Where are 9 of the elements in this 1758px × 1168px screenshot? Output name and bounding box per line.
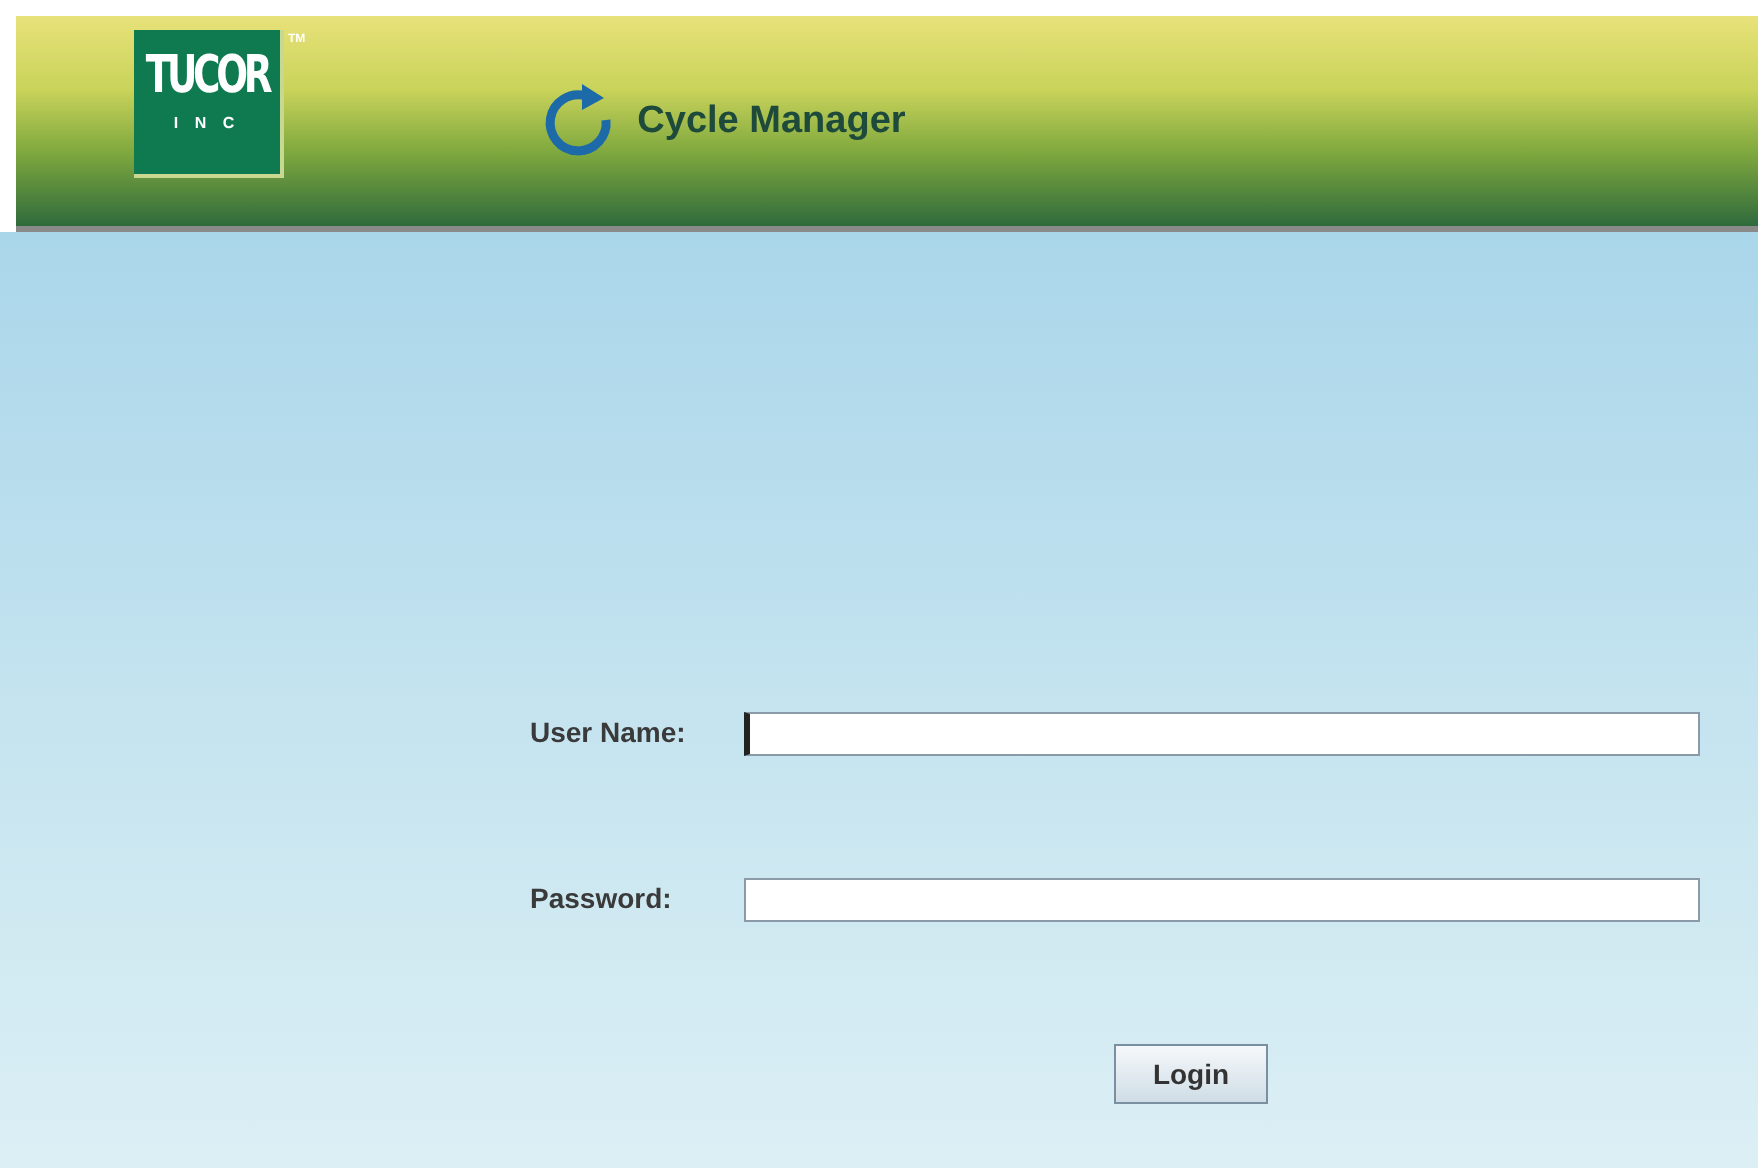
- logo-subtitle: I N C: [173, 116, 241, 132]
- login-button[interactable]: Login: [1114, 1044, 1268, 1104]
- field-label: User Name:: [530, 714, 688, 752]
- username-field[interactable]: [744, 711, 1700, 755]
- app-title: Cycle Manager: [637, 97, 906, 146]
- field-label: Password:: [530, 880, 674, 918]
- refresh-icon: [545, 84, 610, 156]
- logo-wordmark: TUCOR: [145, 50, 269, 102]
- password-field[interactable]: [744, 877, 1700, 921]
